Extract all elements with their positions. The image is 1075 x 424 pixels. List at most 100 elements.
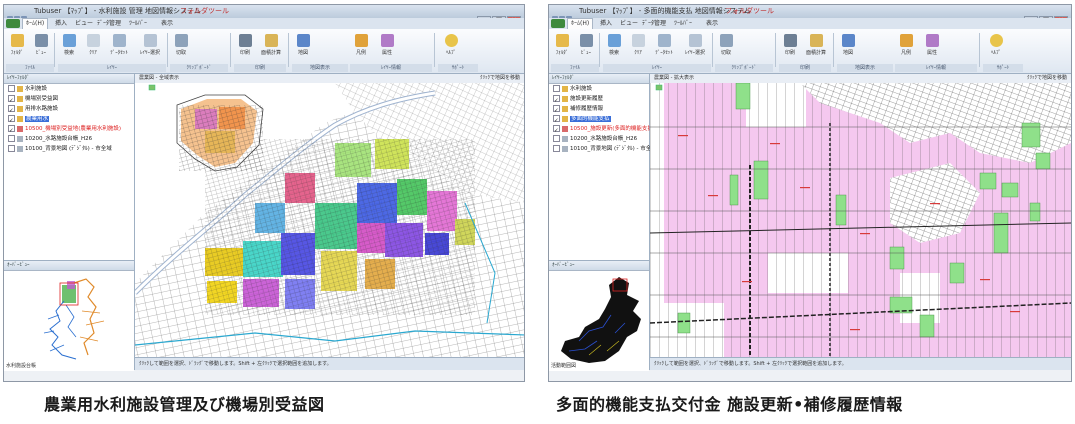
layer-item[interactable]: ✓ 10500_機場別受益地(農業用水利施設) <box>4 124 134 134</box>
checkbox[interactable] <box>8 85 15 92</box>
view-icon <box>34 34 48 47</box>
layer-item-selected[interactable]: ✓ 多面的機能支払 <box>549 114 649 124</box>
cut-button[interactable]: 切取 <box>715 34 737 62</box>
folder-icon <box>562 115 568 122</box>
tab-toolbar[interactable]: ﾂｰﾙﾊﾞｰ <box>671 19 695 29</box>
overview-panel[interactable]: ｵｰﾊﾞｰﾋﾞｭｰ 活動範囲図 <box>549 260 649 371</box>
layer-panel-header: ﾚｲﾔｰﾌｫﾙﾀﾞ <box>4 74 134 84</box>
checkbox[interactable]: ✓ <box>553 95 560 104</box>
tab-view[interactable]: ビュー <box>72 19 96 29</box>
tab-display[interactable]: 表示 <box>158 19 176 29</box>
area-calc-button[interactable]: 面積計算 <box>803 34 829 62</box>
checkbox[interactable]: ✓ <box>8 95 15 104</box>
quick-access-toolbar[interactable] <box>7 7 31 22</box>
map-view[interactable]: 農業図 - 拡大表示 ｸﾘｯｸで地図を移動 ｸﾘｯｸして範囲を選択、ﾄﾞﾗｯｸﾞ… <box>650 74 1071 370</box>
tab-view[interactable]: ビュー <box>617 19 641 29</box>
tab-display[interactable]: 表示 <box>703 19 721 29</box>
map-move-checkbox[interactable]: ｸﾘｯｸで地図を移動 <box>480 74 520 83</box>
tab-data[interactable]: ﾃﾞｰﾀ管理 <box>94 19 124 29</box>
layer-item[interactable]: 10100_背景地図 (ﾃﾞｼﾞﾀﾙ) - 市全域 <box>549 144 657 154</box>
overview-caption: 水利施設台帳 <box>6 363 37 369</box>
overview-panel[interactable]: ｵｰﾊﾞｰﾋﾞｭｰ 水利施設台帳 <box>4 260 134 371</box>
layer-item[interactable]: 水利施設 <box>549 84 649 94</box>
app-menu-button[interactable] <box>6 19 20 28</box>
layer-item[interactable]: ✓ 施設更新履歴 <box>549 94 649 104</box>
checkbox[interactable]: ✓ <box>8 105 15 114</box>
screenshot-multifunction-payment-map: Tubuser 【ﾏｯﾌﾟ】 - 多面的機能支払 地図情報システム フォルダツー… <box>548 4 1072 382</box>
layer-item[interactable]: ✓ 機場別受益図 <box>4 94 134 104</box>
layer-item[interactable]: 10200_水路施設台帳_H26 <box>4 134 134 144</box>
layer-select-button[interactable]: ﾚｲﾔｰ選択 <box>681 34 709 62</box>
checkbox[interactable] <box>8 145 15 152</box>
group-label: ｸﾘｯﾌﾟﾎﾞｰﾄﾞ <box>715 64 773 72</box>
help-icon <box>444 34 458 47</box>
map-canvas[interactable] <box>650 83 1071 358</box>
overview-caption: 活動範囲図 <box>551 363 577 369</box>
legend-icon <box>354 34 368 47</box>
checkbox[interactable] <box>553 85 560 92</box>
help-button[interactable]: ﾍﾙﾌﾟ <box>440 34 462 62</box>
layer-select-button[interactable]: ﾚｲﾔｰ選択 <box>136 34 164 62</box>
clear-button[interactable]: ｸﾘｱ <box>627 34 649 62</box>
map-button[interactable]: 地図 <box>837 34 859 62</box>
map-view[interactable]: 農業図 - 全域表示 ｸﾘｯｸで地図を移動 ｸﾘｯｸして範囲を選択、ﾄﾞﾗｯｸﾞ… <box>135 74 524 370</box>
checkbox[interactable]: ✓ <box>553 115 560 124</box>
view-button[interactable]: ﾋﾞｭｰ <box>575 34 597 62</box>
layer-item[interactable]: 10200_水路施設台帳_H26 <box>549 134 649 144</box>
checkbox[interactable]: ✓ <box>553 125 560 134</box>
dataset-button[interactable]: ﾃﾞｰﾀｾｯﾄ <box>106 34 132 62</box>
overview-map[interactable] <box>549 271 649 371</box>
print-button[interactable]: 印刷 <box>779 34 801 62</box>
search-button[interactable]: 検索 <box>58 34 80 62</box>
caption-right: 多面的機能支払交付金 施設更新•補修履歴情報 <box>556 395 903 414</box>
search-button[interactable]: 検索 <box>603 34 625 62</box>
folder-button[interactable]: ﾌｫﾙﾀﾞ <box>551 34 573 62</box>
layer-item[interactable]: 水利施設 <box>4 84 134 94</box>
line-layer-icon <box>562 135 568 142</box>
area-calc-button[interactable]: 面積計算 <box>258 34 284 62</box>
checkbox[interactable]: ✓ <box>553 105 560 114</box>
title-bar: Tubuser 【ﾏｯﾌﾟ】 - 水利施設 管理 地図情報システム フォルダツー… <box>4 5 524 25</box>
map-canvas[interactable] <box>135 83 524 358</box>
checkbox[interactable]: ✓ <box>8 125 15 134</box>
group-label: ｸﾘｯﾌﾟﾎﾞｰﾄﾞ <box>170 64 228 72</box>
map-icon <box>296 34 310 47</box>
legend-button[interactable]: 凡例 <box>350 34 372 62</box>
checkbox[interactable] <box>8 135 15 142</box>
quick-access-toolbar[interactable] <box>552 7 576 22</box>
folder-icon <box>17 85 23 92</box>
eraser-icon <box>86 34 100 47</box>
layer-item[interactable]: ✓ 10500_施設更新(多面的機能支払交付金) <box>549 124 672 134</box>
checkbox[interactable]: ✓ <box>8 115 15 124</box>
group-label: ﾌｧｲﾙ <box>551 64 599 72</box>
layer-item-selected[interactable]: ✓ 農業用水 <box>4 114 134 124</box>
group-label: 印刷 <box>779 64 831 72</box>
view-button[interactable]: ﾋﾞｭｰ <box>30 34 52 62</box>
legend-button[interactable]: 凡例 <box>895 34 917 62</box>
map-move-checkbox[interactable]: ｸﾘｯｸで地図を移動 <box>1027 74 1067 83</box>
print-button[interactable]: 印刷 <box>234 34 256 62</box>
attribute-button[interactable]: 属性 <box>376 34 398 62</box>
cut-button[interactable]: 切取 <box>170 34 192 62</box>
dataset-button[interactable]: ﾃﾞｰﾀｾｯﾄ <box>651 34 677 62</box>
group-label: ﾌｧｲﾙ <box>6 64 54 72</box>
clear-button[interactable]: ｸﾘｱ <box>82 34 104 62</box>
help-icon <box>989 34 1003 47</box>
folder-icon <box>17 115 23 122</box>
tab-toolbar[interactable]: ﾂｰﾙﾊﾞｰ <box>126 19 150 29</box>
layer-item[interactable]: ✓ 補修履歴情報 <box>549 104 649 114</box>
app-menu-button[interactable] <box>551 19 565 28</box>
attribute-button[interactable]: 属性 <box>921 34 943 62</box>
folder-button[interactable]: ﾌｫﾙﾀﾞ <box>6 34 28 62</box>
checkbox[interactable] <box>553 145 560 152</box>
tab-insert[interactable]: 挿入 <box>52 19 70 29</box>
checkbox[interactable] <box>553 135 560 142</box>
tab-data[interactable]: ﾃﾞｰﾀ管理 <box>639 19 669 29</box>
map-button[interactable]: 地図 <box>292 34 314 62</box>
tab-insert[interactable]: 挿入 <box>597 19 615 29</box>
help-button[interactable]: ﾍﾙﾌﾟ <box>985 34 1007 62</box>
layer-item[interactable]: 10100_背景地図 (ﾃﾞｼﾞﾀﾙ) - 市全域 <box>4 144 134 154</box>
layer-panel-header: ﾚｲﾔｰﾌｫﾙﾀﾞ <box>549 74 649 84</box>
overview-map[interactable] <box>4 271 134 371</box>
layer-item[interactable]: ✓ 用排水路施設 <box>4 104 134 114</box>
